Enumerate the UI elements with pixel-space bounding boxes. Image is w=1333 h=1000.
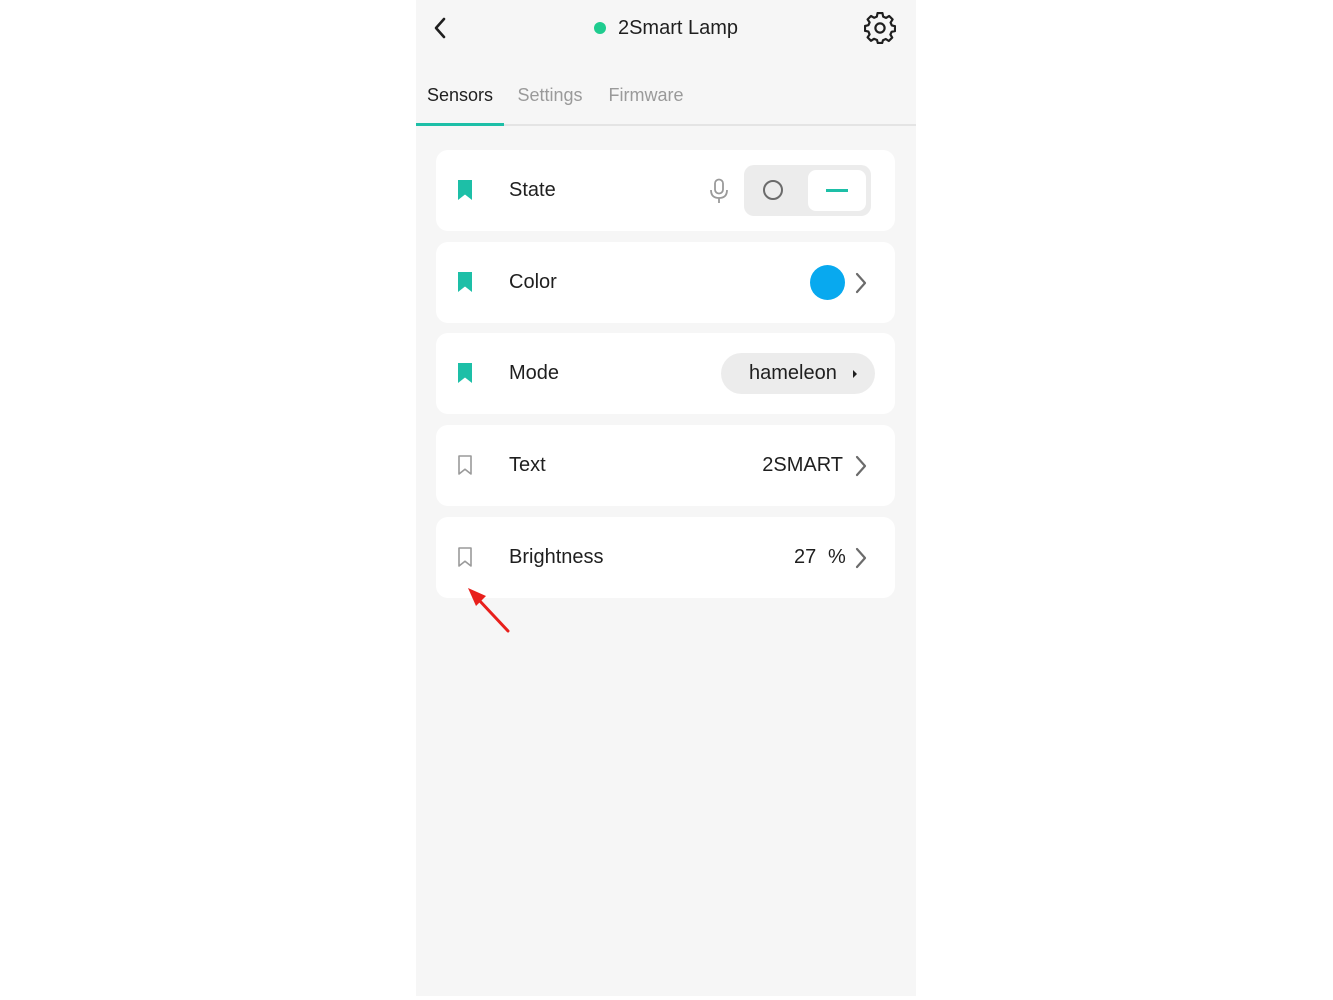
tab-sensors[interactable]: Sensors <box>416 78 504 124</box>
title-group: 2Smart Lamp <box>416 14 916 42</box>
page-title: 2Smart Lamp <box>617 16 739 39</box>
tab-settings[interactable]: Settings <box>510 78 590 124</box>
sensor-card-state: State <box>436 150 895 231</box>
tab-firmware[interactable]: Firmware <box>602 78 690 124</box>
bookmark-filled-icon[interactable] <box>456 271 474 293</box>
mode-select[interactable]: hameleon <box>721 353 875 394</box>
sensor-card-mode: Mode hameleon <box>436 333 895 414</box>
sensor-label-mode: Mode <box>509 362 560 384</box>
gear-icon <box>864 12 896 44</box>
text-value[interactable]: 2SMART <box>762 425 843 506</box>
annotation-arrow-icon <box>468 588 510 633</box>
bookmark-filled-icon[interactable] <box>456 362 474 384</box>
bookmark-outline-icon[interactable] <box>456 454 474 476</box>
chevron-right-icon[interactable] <box>854 272 868 294</box>
sensor-card-color: Color <box>436 242 895 323</box>
tab-bar: Sensors Settings Firmware <box>416 78 916 126</box>
brightness-value[interactable]: 27 <box>794 517 816 598</box>
power-on-line-icon <box>826 189 848 192</box>
color-swatch[interactable] <box>810 265 845 300</box>
toggle-on-button[interactable] <box>808 170 866 211</box>
sensor-label-state: State <box>509 179 556 201</box>
mode-select-value: hameleon <box>749 362 837 384</box>
chevron-right-icon[interactable] <box>854 455 868 477</box>
brightness-unit: % <box>828 546 846 568</box>
caret-right-icon <box>853 370 857 378</box>
online-status-dot <box>593 22 606 34</box>
chevron-right-icon[interactable] <box>854 547 868 569</box>
sensor-label-color: Color <box>509 271 557 293</box>
settings-button[interactable] <box>864 12 896 44</box>
header: 2Smart Lamp <box>416 0 916 56</box>
bookmark-outline-icon[interactable] <box>456 546 474 568</box>
sensor-label-text: Text <box>509 454 546 476</box>
power-off-circle-icon[interactable] <box>762 179 784 201</box>
sensor-card-text: Text 2SMART <box>436 425 895 506</box>
phone-screen: 2Smart Lamp Sensors Settings Firmware St… <box>416 0 916 996</box>
state-toggle <box>744 165 871 216</box>
active-tab-indicator <box>416 123 504 126</box>
bookmark-filled-icon[interactable] <box>456 179 474 201</box>
sensor-label-brightness: Brightness <box>509 546 604 568</box>
microphone-icon[interactable] <box>708 178 730 204</box>
